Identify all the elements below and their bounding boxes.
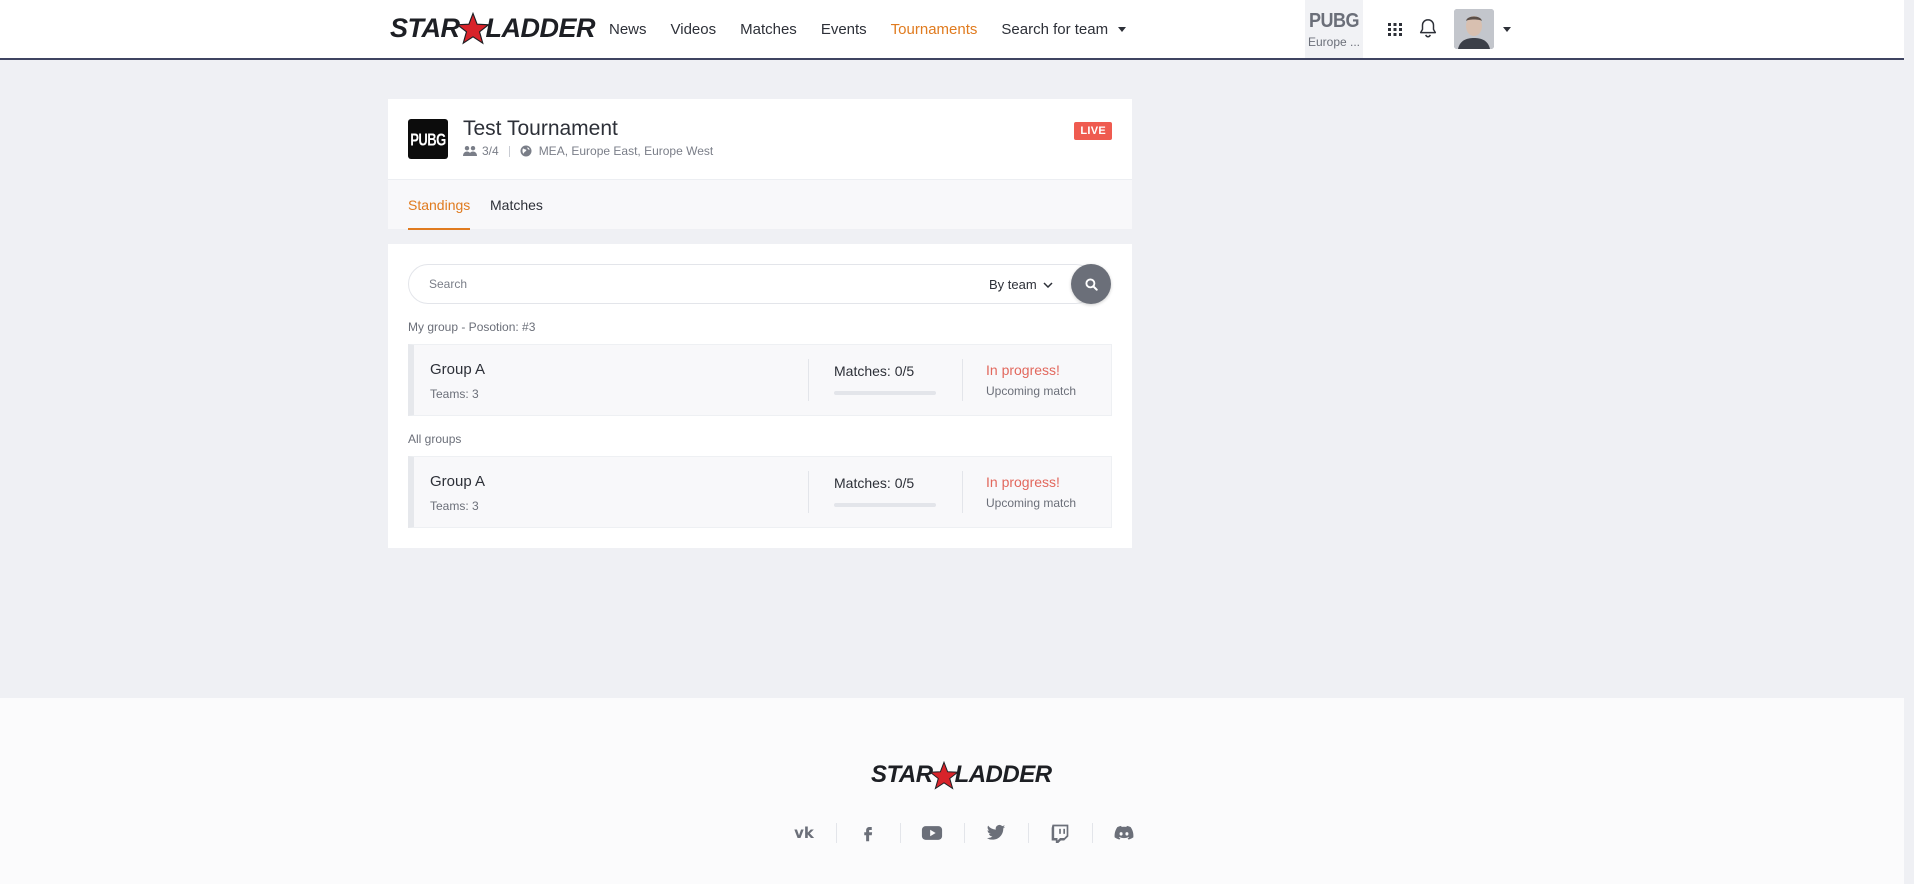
tournament-meta: 3/4 MEA, Europe East, Europe West [463,144,713,158]
group-teams: Teams: 3 [430,387,479,401]
bell-icon[interactable] [1417,17,1439,39]
my-group-label: My group - Posotion: #3 [408,320,536,334]
tournament-tabs: Standings Matches [388,179,1132,230]
search-button[interactable] [1071,264,1111,304]
nav-news[interactable]: News [609,21,647,38]
group-name: Group A [430,361,486,378]
user-avatar[interactable] [1454,9,1494,49]
page-footer: STAR LADDER vk [0,698,1904,884]
game-logo: PUBG [1308,7,1360,31]
nav-videos-label: Videos [670,20,717,38]
nav-search-for-team-label: Search for team [1001,20,1109,38]
nav-events-label: Events [820,20,867,38]
live-badge: LIVE [1074,122,1112,140]
group-matches: Matches: 0/5 [834,363,915,379]
top-header: STAR LADDER News Videos Matches Events T… [0,0,1904,60]
starladder-logo[interactable]: STAR LADDER [390,8,595,48]
twitter-icon [986,824,1006,840]
group-name: Group A [430,473,486,490]
search-icon [1084,277,1098,291]
pubg-badge-text: PUBG [410,128,446,150]
tournament-title: Test Tournament [463,117,618,140]
row-divider [962,471,963,513]
vk-link[interactable]: vk [772,817,836,849]
users-icon [463,146,477,156]
nav-events[interactable]: Events [821,21,867,38]
group-next-match: Upcoming match [986,496,1077,510]
twitter-link[interactable] [964,817,1028,849]
row-divider [808,359,809,401]
social-links: vk [772,817,1156,849]
apps-grid-icon[interactable] [1385,19,1405,39]
youtube-icon [921,826,943,840]
avatar-face-icon [1454,9,1494,49]
youtube-link[interactable] [900,817,964,849]
nav-videos[interactable]: Videos [671,21,717,38]
logo-word-right: LADDER [954,761,1053,788]
logo-word-left: STAR [871,761,933,788]
my-group-row[interactable]: Group A Teams: 3 Matches: 0/5 In progres… [408,344,1112,416]
search-input[interactable] [429,265,949,303]
twitch-link[interactable] [1028,817,1092,849]
group-next-match: Upcoming match [986,384,1077,398]
group-status: In progress! [986,362,1060,378]
nav-news-label: News [609,20,647,38]
game-region: Europe ... [1307,34,1361,49]
standings-card: By team My group - Posotion: #3 Group A … [388,244,1132,548]
tab-matches[interactable]: Matches [490,180,543,230]
main-nav: News Videos Matches Events Tournaments S… [609,0,1150,58]
globe-icon [520,145,532,157]
group-teams: Teams: 3 [430,499,479,513]
facebook-icon [864,827,873,842]
logo-word-right: LADDER [485,12,596,43]
teams-count: 3/4 [482,144,499,158]
filter-label: By team [989,277,1037,292]
tournament-regions: MEA, Europe East, Europe West [538,144,714,158]
meta-separator [508,145,510,157]
discord-link[interactable] [1092,817,1156,849]
logo-word-left: STAR [390,12,460,43]
tab-standings[interactable]: Standings [408,180,471,230]
nav-search-for-team[interactable]: Search for team [1001,20,1127,38]
all-groups-label: All groups [408,432,462,446]
nav-tournaments-label: Tournaments [890,20,978,38]
nav-matches-label: Matches [740,20,797,38]
group-status: In progress! [986,474,1060,490]
chevron-down-icon[interactable] [1503,27,1511,32]
vk-icon: vk [794,824,814,842]
matches-progress-bar [834,391,936,395]
game-switcher[interactable]: PUBG Europe ... [1305,0,1363,58]
star-icon [455,12,490,45]
tournament-header: PUBG Test Tournament 3/4 MEA, Europe Eas… [388,99,1132,179]
group-matches: Matches: 0/5 [834,475,915,491]
row-divider [962,359,963,401]
twitch-icon [1051,824,1069,843]
matches-progress-bar [834,503,936,507]
chevron-down-icon [1118,26,1127,32]
footer-starladder-logo[interactable]: STAR LADDER [871,757,1052,793]
discord-icon [1114,825,1134,840]
tournament-card: PUBG Test Tournament 3/4 MEA, Europe Eas… [388,99,1132,230]
chevron-down-icon [1043,281,1053,288]
pubg-game-badge: PUBG [408,119,448,159]
row-divider [808,471,809,513]
facebook-link[interactable] [836,817,900,849]
nav-matches[interactable]: Matches [740,21,797,38]
filter-dropdown[interactable]: By team [989,277,1053,292]
all-groups-row[interactable]: Group A Teams: 3 Matches: 0/5 In progres… [408,456,1112,528]
search-bar: By team [408,264,1096,304]
nav-tournaments[interactable]: Tournaments [891,21,978,38]
